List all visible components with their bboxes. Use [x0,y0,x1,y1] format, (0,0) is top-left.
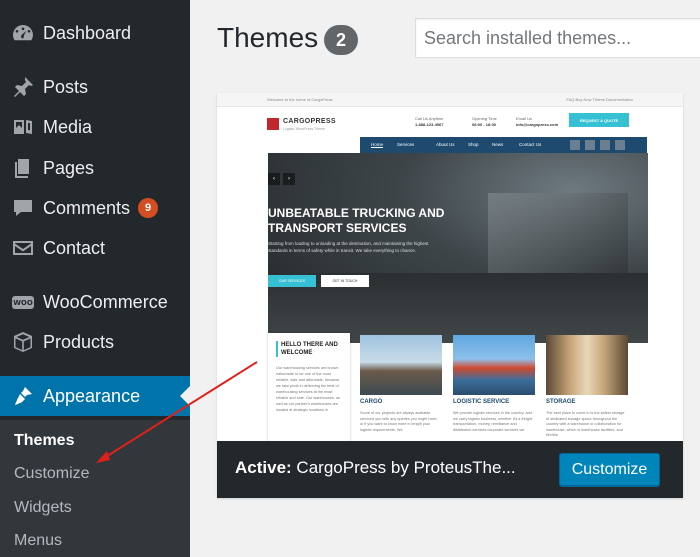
twitter-icon [585,140,595,150]
menu-item-appearance[interactable]: Appearance [0,376,190,416]
preview-service-title: CARGO [360,399,383,405]
preview-topbar-left: Welcome to the home of CargoPress [267,97,333,102]
hero-next-arrow-icon: › [283,173,295,185]
preview-welcome-box: HELLO THERE AND WELCOME Our warehousing … [268,333,350,441]
hero-prev-arrow-icon: ‹ [268,173,280,185]
menu-item-woocommerce[interactable]: WOO WooCommerce [0,282,190,322]
menu-item-comments[interactable]: Comments 9 [0,188,190,228]
menu-item-posts[interactable]: Posts [0,67,190,107]
comment-icon [10,195,36,221]
menu-item-pages[interactable]: Pages [0,148,190,188]
active-theme-bar: Active: CargoPress by ProteusThe... Cust… [217,441,683,498]
preview-nav-link: Home [371,142,384,147]
preview-topbar: Welcome to the home of CargoPress FAQ Bu… [217,93,683,107]
facebook-icon [570,140,580,150]
preview-quote-button: REQUEST A QUOTE [569,113,629,127]
appearance-submenu: Themes Customize Widgets Menus [0,420,190,557]
logistic-port-image [453,335,535,395]
preview-logo: CARGOPRESS [283,118,336,125]
dashboard-icon [10,20,36,46]
preview-nav: Home Services About Us Shop News Contact… [217,137,683,153]
preview-service-text: The best place to come in is the safest … [546,411,625,437]
preview-service-text: Some of our projects are always availabl… [360,411,438,432]
menu-item-contact[interactable]: Contact [0,228,190,268]
preview-welcome-text: Our warehousing services are known natio… [276,366,340,412]
theme-name: CargoPress by ProteusThe... [296,458,516,477]
menu-label: Comments [43,197,131,218]
preview-header: CARGOPRESS Logistic WordPress Theme Call… [217,107,683,137]
menu-item-dashboard[interactable]: Dashboard [0,13,190,53]
preview-hero-button-services: OUR SERVICES [268,275,316,287]
active-theme-name: Active: CargoPress by ProteusThe... [235,458,516,478]
submenu-widgets[interactable]: Widgets [14,499,72,517]
theme-card[interactable]: Welcome to the home of CargoPress FAQ Bu… [217,93,683,498]
menu-item-media[interactable]: Media [0,107,190,147]
submenu-menus[interactable]: Menus [14,532,62,550]
pushpin-icon [10,74,36,100]
preview-service-title: LOGISTIC SERVICE [453,399,510,405]
cargopress-logo-icon [267,118,279,130]
preview-service-title: STORAGE [546,399,576,405]
preview-nav-link: Shop [468,142,479,147]
preview-email-info: Email Us info@cargopress.com [516,116,559,127]
svg-text:WOO: WOO [13,299,33,307]
preview-nav-link: Services [397,142,415,147]
preview-hero-button-contact: GET IN TOUCH [321,275,369,287]
menu-label: Posts [43,76,89,97]
preview-nav-link: About Us [436,142,455,147]
preview-call-info: Call Us Anytime 1-888-123-4567 [415,116,444,127]
preview-hero-title: UNBEATABLE TRUCKING AND TRANSPORT SERVIC… [268,206,445,235]
pages-icon [10,155,36,181]
menu-label: Dashboard [43,22,132,43]
preview-welcome-title: HELLO THERE AND WELCOME [276,341,342,357]
admin-sidebar: Dashboard Posts Media Pages Comments 9 C… [0,0,190,557]
preview-nav-link: News [492,142,504,147]
menu-label: Appearance [43,385,141,406]
theme-count-badge: 2 [324,25,358,55]
search-themes-input[interactable] [415,18,700,58]
woo-icon: WOO [10,289,36,315]
hero-truck-image [488,193,628,273]
preview-topbar-right: FAQ Buy Now Theme Documentation [566,97,633,102]
active-menu-caret [180,386,190,406]
preview-logo-sub: Logistic WordPress Theme [283,127,325,131]
menu-item-products[interactable]: Products [0,322,190,362]
preview-hours-info: Opening Time 08:00 - 18:00 [472,116,497,127]
menu-label: Pages [43,157,95,178]
preview-nav-link: Contact Us [519,142,542,147]
youtube-icon [600,140,610,150]
cargo-train-image [360,335,442,395]
preview-service-text: We provide logistic services in the coun… [453,411,533,432]
menu-label: WooCommerce [43,291,168,312]
menu-label: Products [43,331,115,352]
theme-screenshot[interactable]: Welcome to the home of CargoPress FAQ Bu… [217,93,683,441]
box-icon [10,329,36,355]
menu-label: Media [43,116,93,137]
customize-button[interactable]: Customize [559,453,660,486]
storage-warehouse-image [546,335,628,395]
active-label-prefix: Active: [235,458,292,477]
page-title: Themes [217,22,319,53]
preview-hero: ‹ › UNBEATABLE TRUCKING AND TRANSPORT SE… [268,153,648,343]
submenu-themes[interactable]: Themes [14,432,74,450]
media-icon [10,114,36,140]
envelope-icon [10,235,36,261]
submenu-customize[interactable]: Customize [14,465,90,483]
menu-label: Contact [43,237,106,258]
preview-hero-text: Starting from loading to unloading at th… [268,241,429,253]
cart-icon [615,140,625,150]
paintbrush-icon [10,383,36,409]
comment-count-badge: 9 [138,198,159,218]
